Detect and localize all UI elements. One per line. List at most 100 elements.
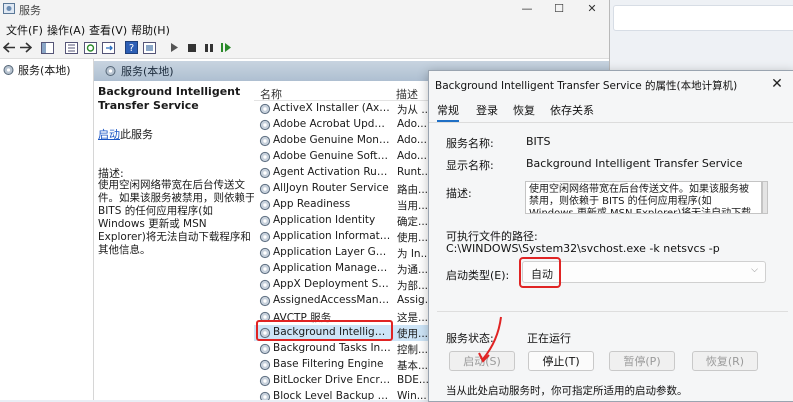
- service-row[interactable]: App Readiness 当用...: [254, 197, 438, 213]
- service-row-name: AppX Deployment Service (...: [273, 278, 391, 290]
- service-row[interactable]: Application Layer Gateway ...为 In...: [254, 245, 438, 261]
- refresh-icon[interactable]: [83, 40, 98, 55]
- menu-help[interactable]: 帮助(H): [131, 22, 170, 38]
- stop-service-icon[interactable]: [184, 40, 199, 55]
- service-name-value: BITS: [526, 135, 551, 148]
- service-row[interactable]: Block Level Backup Engine ...Win...: [254, 389, 438, 400]
- minimize-button[interactable]: —: [512, 0, 542, 18]
- service-gear-icon: [259, 343, 271, 355]
- menu-view[interactable]: 查看(V): [89, 22, 127, 38]
- service-row[interactable]: Adobe Acrobat Update Serv...Ado...: [254, 117, 438, 133]
- service-row[interactable]: Application Information 使用...: [254, 229, 438, 245]
- service-row-name: Background Tasks Infrastru...: [273, 342, 391, 354]
- service-status-value: 正在运行: [527, 332, 571, 345]
- services-list: 名称 描述 ActiveX Installer (AxInstSV)为从 ...…: [254, 81, 438, 400]
- display-name-value: Background Intelligent Transfer Service: [526, 157, 743, 170]
- description-text: 使用空闲网络带宽在后台传送文件。如果该服务被禁用，则依赖于 BITS 的任何应用…: [98, 179, 256, 256]
- service-gear-icon: [259, 391, 271, 400]
- menu-action[interactable]: 操作(A): [47, 22, 85, 38]
- menu-file[interactable]: 文件(F): [6, 22, 43, 38]
- service-row-name: Application Identity: [273, 214, 376, 226]
- start-service-icon[interactable]: [166, 40, 181, 55]
- service-row-name: Application Information: [273, 230, 391, 242]
- back-arrow-icon[interactable]: [2, 40, 17, 55]
- service-row[interactable]: ActiveX Installer (AxInstSV)为从 ...: [254, 101, 438, 117]
- service-gear-icon: [259, 119, 271, 131]
- service-row-name: BitLocker Drive Encryption ...: [273, 374, 391, 386]
- column-header-description[interactable]: 描述: [396, 86, 418, 102]
- help-icon[interactable]: ?: [124, 40, 139, 55]
- service-gear-icon: [259, 183, 271, 195]
- services-gear-icon: [105, 66, 116, 76]
- service-row[interactable]: Base Filtering Engine 基本...: [254, 357, 438, 373]
- menu-bar: 文件(F) 操作(A) 查看(V) 帮助(H): [0, 20, 609, 37]
- stop-button[interactable]: 停止(T): [528, 351, 594, 371]
- pause-button[interactable]: 暂停(P): [609, 351, 675, 371]
- tab-general[interactable]: 常规: [437, 102, 459, 118]
- selected-service-title: Background Intelligent Transfer Service: [98, 85, 241, 112]
- service-gear-icon: [259, 375, 271, 387]
- start-service-link[interactable]: 启动: [98, 128, 120, 141]
- service-row[interactable]: Application Management为通...: [254, 261, 438, 277]
- service-description-area: Background Intelligent Transfer Service …: [98, 85, 256, 395]
- maximize-button[interactable]: ☐: [544, 0, 574, 18]
- service-row[interactable]: Adobe Genuine Monitor Se...Ado...: [254, 133, 438, 149]
- tree-item-label: 服务(本地): [18, 64, 71, 77]
- tab-dependencies[interactable]: 依存关系: [550, 102, 594, 118]
- startup-type-label: 启动类型(E):: [446, 269, 510, 282]
- service-row-name: App Readiness: [273, 198, 351, 210]
- tab-divider: [429, 122, 793, 123]
- selected-row-highlight: [256, 320, 393, 341]
- resume-button[interactable]: 恢复(R): [692, 351, 758, 371]
- service-row[interactable]: Application Identity 确定...: [254, 213, 438, 229]
- service-gear-icon: [259, 231, 271, 243]
- service-row[interactable]: Background Tasks Infrastru...控制...: [254, 341, 438, 357]
- service-row[interactable]: AllJoyn Router Service 路由...: [254, 181, 438, 197]
- start-parameters-note: 当从此处启动服务时，你可指定所适用的启动参数。: [446, 385, 688, 397]
- display-name-label: 显示名称:: [446, 159, 494, 172]
- service-row-name: Block Level Backup Engine ...: [273, 390, 391, 400]
- service-row[interactable]: Agent Activation Runtime_...Runt...: [254, 165, 438, 181]
- service-name-label: 服务名称:: [446, 137, 494, 150]
- service-gear-icon: [259, 295, 271, 307]
- tab-recovery[interactable]: 恢复: [513, 102, 535, 118]
- forward-arrow-icon[interactable]: [18, 40, 33, 55]
- service-row[interactable]: AssignedAccessManager ...Assig...: [254, 293, 438, 309]
- service-row-name: AssignedAccessManager ...: [273, 294, 391, 306]
- service-gear-icon: [259, 359, 271, 371]
- restart-service-icon[interactable]: [218, 40, 233, 55]
- service-gear-icon: [259, 263, 271, 275]
- export-list-icon[interactable]: [101, 40, 116, 55]
- title-bar: 服务 — ☐ ✕: [0, 0, 609, 18]
- service-row-name: Agent Activation Runtime_...: [273, 166, 391, 178]
- tab-logon[interactable]: 登录: [476, 102, 498, 118]
- service-row[interactable]: BitLocker Drive Encryption ...BDE...: [254, 373, 438, 389]
- close-button[interactable]: ✕: [577, 0, 607, 18]
- toolbar: ?: [0, 37, 609, 59]
- service-row-name: Application Layer Gateway ...: [273, 246, 391, 258]
- list-view-icon[interactable]: [64, 40, 79, 55]
- dialog-title: Background Intelligent Transfer Service …: [435, 80, 738, 92]
- dialog-description-box[interactable]: 使用空闲网络带宽在后台传送文件。如果该服务被禁用，则依赖于 BITS 的任何应用…: [525, 181, 762, 214]
- chevron-down-icon: ⌵: [751, 265, 758, 275]
- services-app-icon: [3, 3, 15, 14]
- service-gear-icon: [259, 215, 271, 227]
- properties-icon[interactable]: [142, 40, 157, 55]
- pause-service-icon[interactable]: [201, 40, 216, 55]
- column-header-name[interactable]: 名称: [260, 86, 282, 102]
- service-gear-icon: [259, 279, 271, 291]
- service-gear-icon: [259, 167, 271, 179]
- properties-dialog: Background Intelligent Transfer Service …: [428, 70, 793, 402]
- service-gear-icon: [259, 103, 271, 115]
- service-gear-icon: [259, 151, 271, 163]
- section-divider: [437, 311, 788, 312]
- dialog-close-button[interactable]: ✕: [765, 74, 789, 94]
- show-tree-icon[interactable]: [40, 40, 55, 55]
- startup-type-highlight: [519, 257, 561, 288]
- description-scrollbar[interactable]: [762, 181, 768, 214]
- service-row[interactable]: Adobe Genuine Software I...Ado...: [254, 149, 438, 165]
- service-row[interactable]: AppX Deployment Service (...为部...: [254, 277, 438, 293]
- tree-item-services-local[interactable]: 服务(本地): [2, 62, 71, 78]
- service-row-name: AllJoyn Router Service: [273, 182, 389, 194]
- service-row-name: Adobe Acrobat Update Serv...: [273, 118, 391, 130]
